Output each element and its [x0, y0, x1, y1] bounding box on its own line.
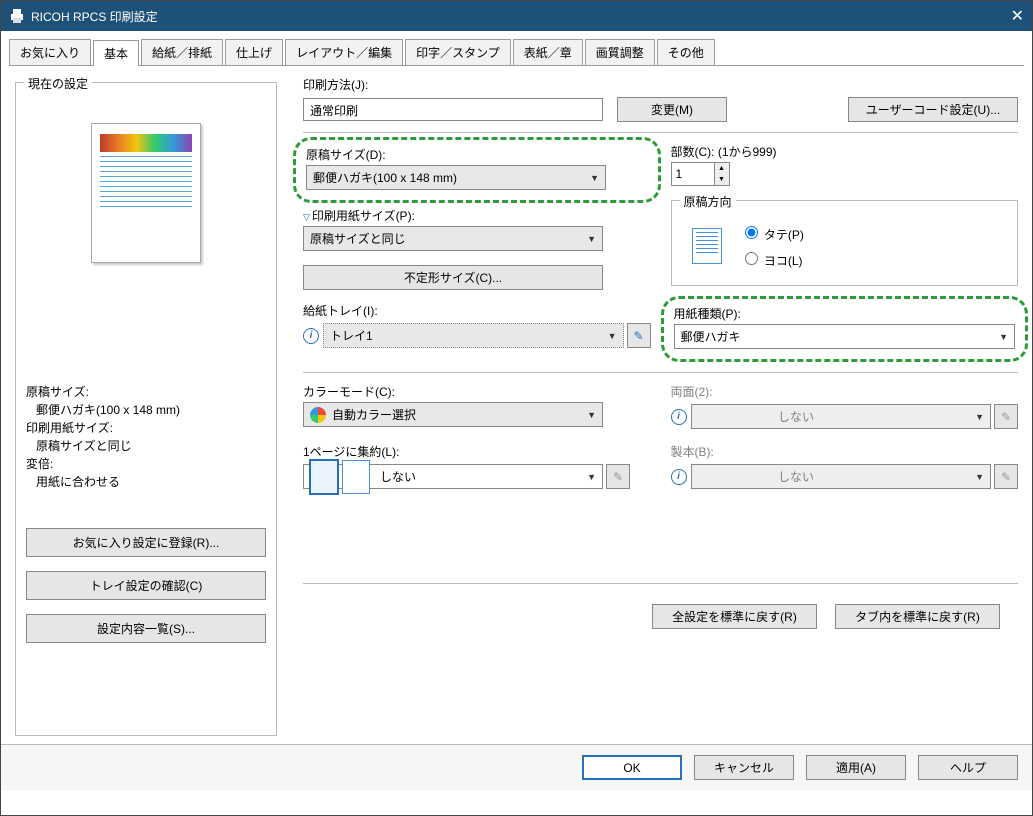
spin-down-icon[interactable]: ▼ [715, 174, 729, 185]
print-paper-size-label: ▽印刷用紙サイズ(P): [303, 207, 651, 224]
tray-confirm-button[interactable]: トレイ設定の確認(C) [26, 571, 266, 600]
doc-size-select[interactable]: 郵便ハガキ(100 x 148 mm)▼ [306, 165, 606, 190]
duplex-edit-button: ✎ [994, 404, 1018, 429]
help-button[interactable]: ヘルプ [918, 755, 1018, 780]
settings-list-button[interactable]: 設定内容一覧(S)... [26, 614, 266, 643]
color-mode-select[interactable]: 自動カラー選択▼ [303, 402, 603, 427]
paper-type-select[interactable]: 郵便ハガキ▼ [674, 324, 1016, 349]
tab-favorites[interactable]: お気に入り [9, 39, 91, 65]
copies-spinner[interactable]: ▲▼ [671, 162, 1019, 186]
doc-size-label: 原稿サイズ(D): [306, 146, 648, 163]
chevron-down-icon: ▼ [608, 331, 617, 341]
chevron-down-icon: ▼ [975, 472, 984, 482]
tab-other[interactable]: その他 [657, 39, 715, 65]
orientation-preview-icon [692, 228, 722, 264]
user-code-button[interactable]: ユーザーコード設定(U)... [848, 97, 1018, 122]
settings-summary: 原稿サイズ: 郵便ハガキ(100 x 148 mm) 印刷用紙サイズ: 原稿サイ… [26, 383, 266, 491]
doc-size-highlight: 原稿サイズ(D): 郵便ハガキ(100 x 148 mm)▼ [293, 137, 661, 203]
ok-button[interactable]: OK [582, 755, 682, 780]
info-icon: i [671, 469, 687, 485]
print-method-label: 印刷方法(J): [303, 76, 1018, 93]
page-preview [91, 123, 201, 263]
duplex-select: しない▼ [691, 404, 992, 429]
spin-up-icon[interactable]: ▲ [715, 163, 729, 174]
tab-layout[interactable]: レイアウト／編集 [285, 39, 403, 65]
booklet-label: 製本(B): [671, 443, 1019, 460]
current-settings-legend: 現在の設定 [24, 75, 92, 92]
nup-layout-icons [310, 460, 374, 494]
orientation-group: 原稿方向 タテ(P) ヨコ(L) [671, 200, 1019, 286]
print-settings-window: RICOH RPCS 印刷設定 ✕ お気に入り 基本 給紙／排紙 仕上げ レイア… [0, 0, 1033, 816]
register-favorite-button[interactable]: お気に入り設定に登録(R)... [26, 528, 266, 557]
chevron-down-icon: ▼ [975, 412, 984, 422]
irregular-size-button[interactable]: 不定形サイズ(C)... [303, 265, 603, 290]
tab-quality[interactable]: 画質調整 [585, 39, 655, 65]
chevron-down-icon: ▼ [587, 410, 596, 420]
tab-finishing[interactable]: 仕上げ [225, 39, 283, 65]
reset-tab-button[interactable]: タブ内を標準に戻す(R) [835, 604, 1000, 629]
current-settings-group: 現在の設定 原稿サイズ: 郵便ハガキ(100 x 148 mm) 印刷用紙サイズ… [15, 82, 277, 736]
booklet-select: しない▼ [691, 464, 992, 489]
tray-edit-button[interactable]: ✎ [627, 323, 651, 348]
tray-label: 給紙トレイ(I): [303, 302, 651, 319]
nup-edit-button: ✎ [606, 464, 630, 489]
triangle-icon: ▽ [303, 212, 310, 222]
print-method-field: 通常印刷 [303, 98, 603, 121]
booklet-edit-button: ✎ [994, 464, 1018, 489]
tab-paper-feed[interactable]: 給紙／排紙 [141, 39, 223, 65]
cancel-button[interactable]: キャンセル [694, 755, 794, 780]
info-icon: i [671, 409, 687, 425]
chevron-down-icon: ▼ [590, 173, 599, 183]
color-mode-label: カラーモード(C): [303, 383, 651, 400]
chevron-down-icon: ▼ [587, 472, 596, 482]
printer-icon [9, 9, 25, 23]
dialog-button-bar: OK キャンセル 適用(A) ヘルプ [1, 744, 1032, 790]
orientation-legend: 原稿方向 [680, 193, 736, 210]
window-title: RICOH RPCS 印刷設定 [31, 8, 158, 25]
close-icon[interactable]: ✕ [984, 6, 1024, 26]
copies-label: 部数(C): (1から999) [671, 143, 1019, 160]
tab-basic[interactable]: 基本 [93, 40, 139, 66]
tray-select[interactable]: トレイ1▼ [323, 323, 624, 348]
nup-select[interactable]: しない▼ [303, 464, 603, 489]
apply-button[interactable]: 適用(A) [806, 755, 906, 780]
info-icon: i [303, 328, 319, 344]
duplex-label: 両面(2): [671, 383, 1019, 400]
orientation-landscape-radio[interactable]: ヨコ(L) [740, 249, 804, 269]
color-wheel-icon [310, 407, 326, 423]
title-bar: RICOH RPCS 印刷設定 ✕ [1, 1, 1032, 31]
chevron-down-icon: ▼ [999, 332, 1008, 342]
change-button[interactable]: 変更(M) [617, 97, 727, 122]
paper-type-highlight: 用紙種類(P): 郵便ハガキ▼ [661, 296, 1029, 362]
print-paper-size-select[interactable]: 原稿サイズと同じ▼ [303, 226, 603, 251]
nup-label: 1ページに集約(L): [303, 443, 651, 460]
tab-stamp[interactable]: 印字／スタンプ [405, 39, 511, 65]
tab-cover[interactable]: 表紙／章 [513, 39, 583, 65]
paper-type-label: 用紙種類(P): [674, 305, 1016, 322]
copies-input[interactable] [671, 162, 715, 186]
chevron-down-icon: ▼ [587, 234, 596, 244]
reset-all-button[interactable]: 全設定を標準に戻す(R) [652, 604, 817, 629]
orientation-portrait-radio[interactable]: タテ(P) [740, 223, 804, 243]
tab-strip: お気に入り 基本 給紙／排紙 仕上げ レイアウト／編集 印字／スタンプ 表紙／章… [9, 39, 1024, 66]
